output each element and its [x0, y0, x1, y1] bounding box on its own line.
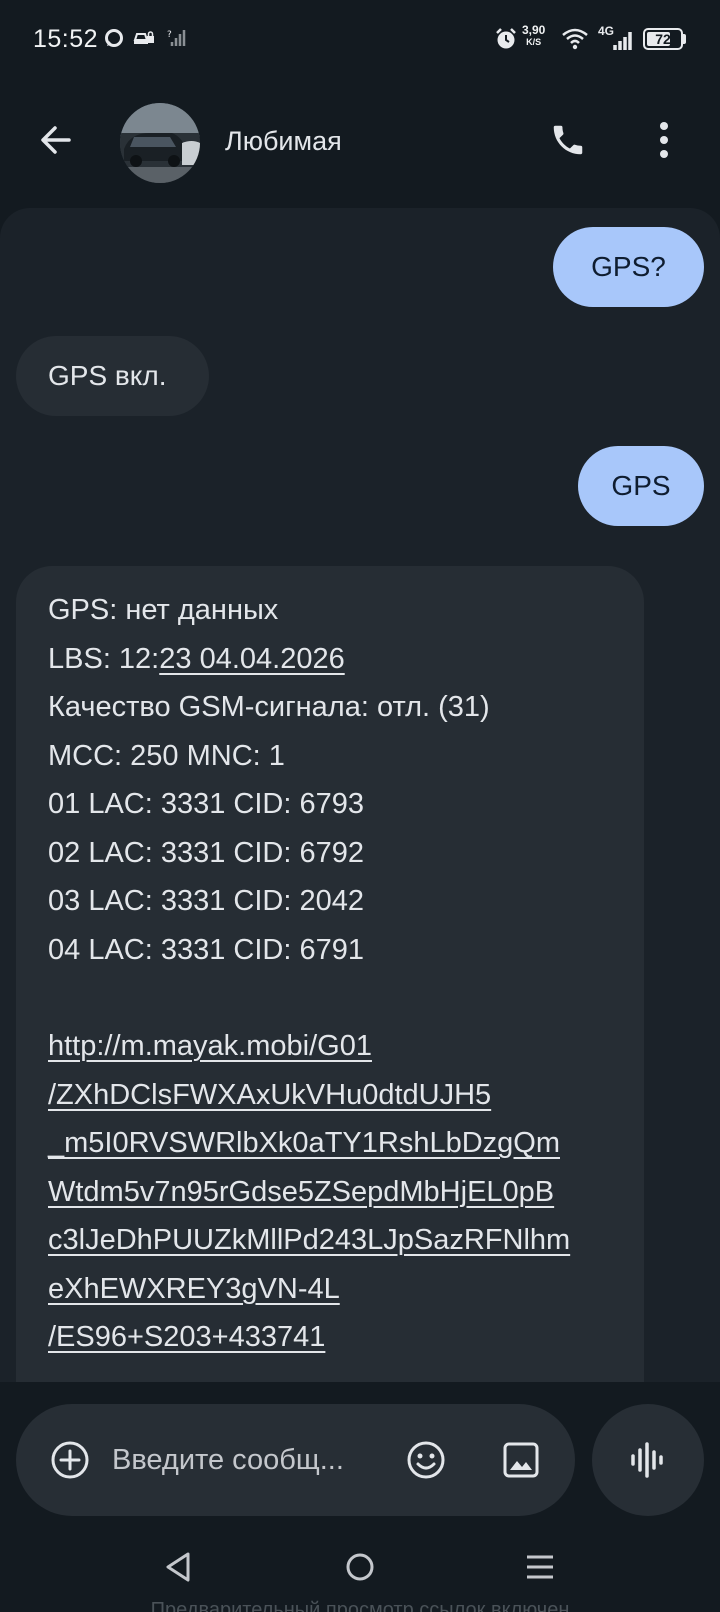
link-line[interactable]: /ES96+S203+433741: [48, 1313, 614, 1362]
gallery-button[interactable]: [491, 1430, 551, 1490]
contact-avatar[interactable]: [120, 103, 200, 183]
arrow-back-icon: [41, 126, 71, 154]
message-list[interactable]: GPS? GPS вкл. GPS GPS: нет данных LBS: 1…: [0, 208, 720, 1388]
message-line-prefix: LBS: 12:: [48, 642, 160, 675]
back-button[interactable]: [28, 112, 84, 168]
compose-bar: Введите сообщ...: [16, 1404, 575, 1516]
message-line: LBS: 12:23 04.04.2026: [48, 635, 614, 684]
more-vert-icon: [660, 122, 668, 158]
more-options-button[interactable]: [636, 112, 692, 168]
net-speed: 3,90 K/S: [522, 24, 545, 48]
message-line: MCC: 250 MNC: 1: [48, 739, 285, 772]
link-line[interactable]: _m5I0RVSWRlbXk0aTY1RshLbDzgQm: [48, 1119, 614, 1168]
battery-level: 72: [655, 31, 671, 47]
message-text: GPS вкл.: [48, 360, 167, 391]
emoji-icon: [407, 1441, 445, 1479]
call-button[interactable]: [540, 112, 596, 168]
battery-tip: [683, 34, 686, 44]
nav-back-button[interactable]: [148, 1542, 208, 1592]
net-speed-value: 3,90: [522, 23, 546, 37]
svg-text:?: ?: [167, 30, 172, 40]
nav-home-icon: [346, 1553, 374, 1581]
message-line: 01 LAC: 3331 CID: 6793: [48, 788, 364, 820]
avatar-photo: [120, 103, 200, 183]
image-icon: [503, 1442, 539, 1478]
nav-recents-button[interactable]: [510, 1542, 570, 1592]
link-line[interactable]: eXhEWXREY3gVN-4L: [48, 1265, 614, 1314]
message-line: 03 LAC: 3331 CID: 2042: [48, 885, 364, 917]
alarm-icon: [494, 27, 518, 56]
message-text: GPS?: [591, 251, 666, 282]
add-circle-icon: [51, 1441, 89, 1479]
message-text: GPS: [611, 470, 671, 501]
nav-menu-icon: [527, 1555, 553, 1579]
message-bubble-outgoing[interactable]: GPS?: [553, 227, 704, 307]
emoji-button[interactable]: [396, 1430, 456, 1490]
message-line: 02 LAC: 3331 CID: 6792: [48, 836, 364, 869]
nav-back-icon: [166, 1552, 190, 1582]
message-input[interactable]: Введите сообщ...: [112, 1436, 382, 1484]
net-speed-unit: K/S: [526, 37, 542, 47]
contact-name[interactable]: Любимая: [225, 126, 342, 157]
attach-button[interactable]: [40, 1430, 100, 1490]
voice-waveform-icon: [631, 1442, 663, 1478]
tracking-link[interactable]: http://m.mayak.mobi/G01 /ZXhDClsFWXAxUkV…: [48, 1022, 614, 1362]
wifi-icon: [562, 28, 588, 55]
car-lock-icon: [133, 28, 155, 53]
message-bubble-incoming[interactable]: GPS вкл.: [16, 336, 209, 416]
nav-home-button[interactable]: [330, 1542, 390, 1592]
message-bubble-outgoing[interactable]: GPS: [578, 446, 704, 526]
messages-screen: 15:52 ? 3,90 K/S 4G 72 Любимая GPS? GPS …: [0, 0, 720, 1612]
message-line: GPS: нет данных: [48, 594, 279, 626]
link-preview-caption: Предварительный просмотр ссылок включен: [150, 1599, 570, 1612]
link-line[interactable]: c3lJeDhPUUZkMllPd243LJpSazRFNlhm: [48, 1216, 614, 1265]
signal-icon: [612, 30, 636, 55]
chat-bubble-icon: [104, 28, 124, 53]
message-bubble-incoming[interactable]: GPS: нет данных LBS: 12:23 04.04.2026 Ка…: [16, 566, 644, 1388]
conversation-header: Любимая: [0, 80, 720, 210]
link-line[interactable]: /ZXhDClsFWXAxUkVHu0dtdUJH5: [48, 1071, 614, 1120]
message-line: 04 LAC: 3331 CID: 6791: [48, 933, 364, 966]
link-line[interactable]: http://m.mayak.mobi/G01: [48, 1022, 614, 1071]
phone-icon: [553, 125, 583, 155]
no-signal-icon: ?: [166, 28, 186, 53]
voice-message-button[interactable]: [592, 1404, 704, 1516]
battery-icon: 72: [643, 28, 683, 50]
message-line: Качество GSM-сигнала: отл. (31): [48, 691, 490, 723]
datetime-link[interactable]: 23 04.04.2026: [159, 643, 344, 675]
link-line[interactable]: Wtdm5v7n95rGdse5ZSepdMbHjEL0pB: [48, 1168, 614, 1217]
status-time: 15:52: [33, 25, 99, 53]
status-bar: 15:52 ? 3,90 K/S 4G 72: [0, 0, 720, 80]
